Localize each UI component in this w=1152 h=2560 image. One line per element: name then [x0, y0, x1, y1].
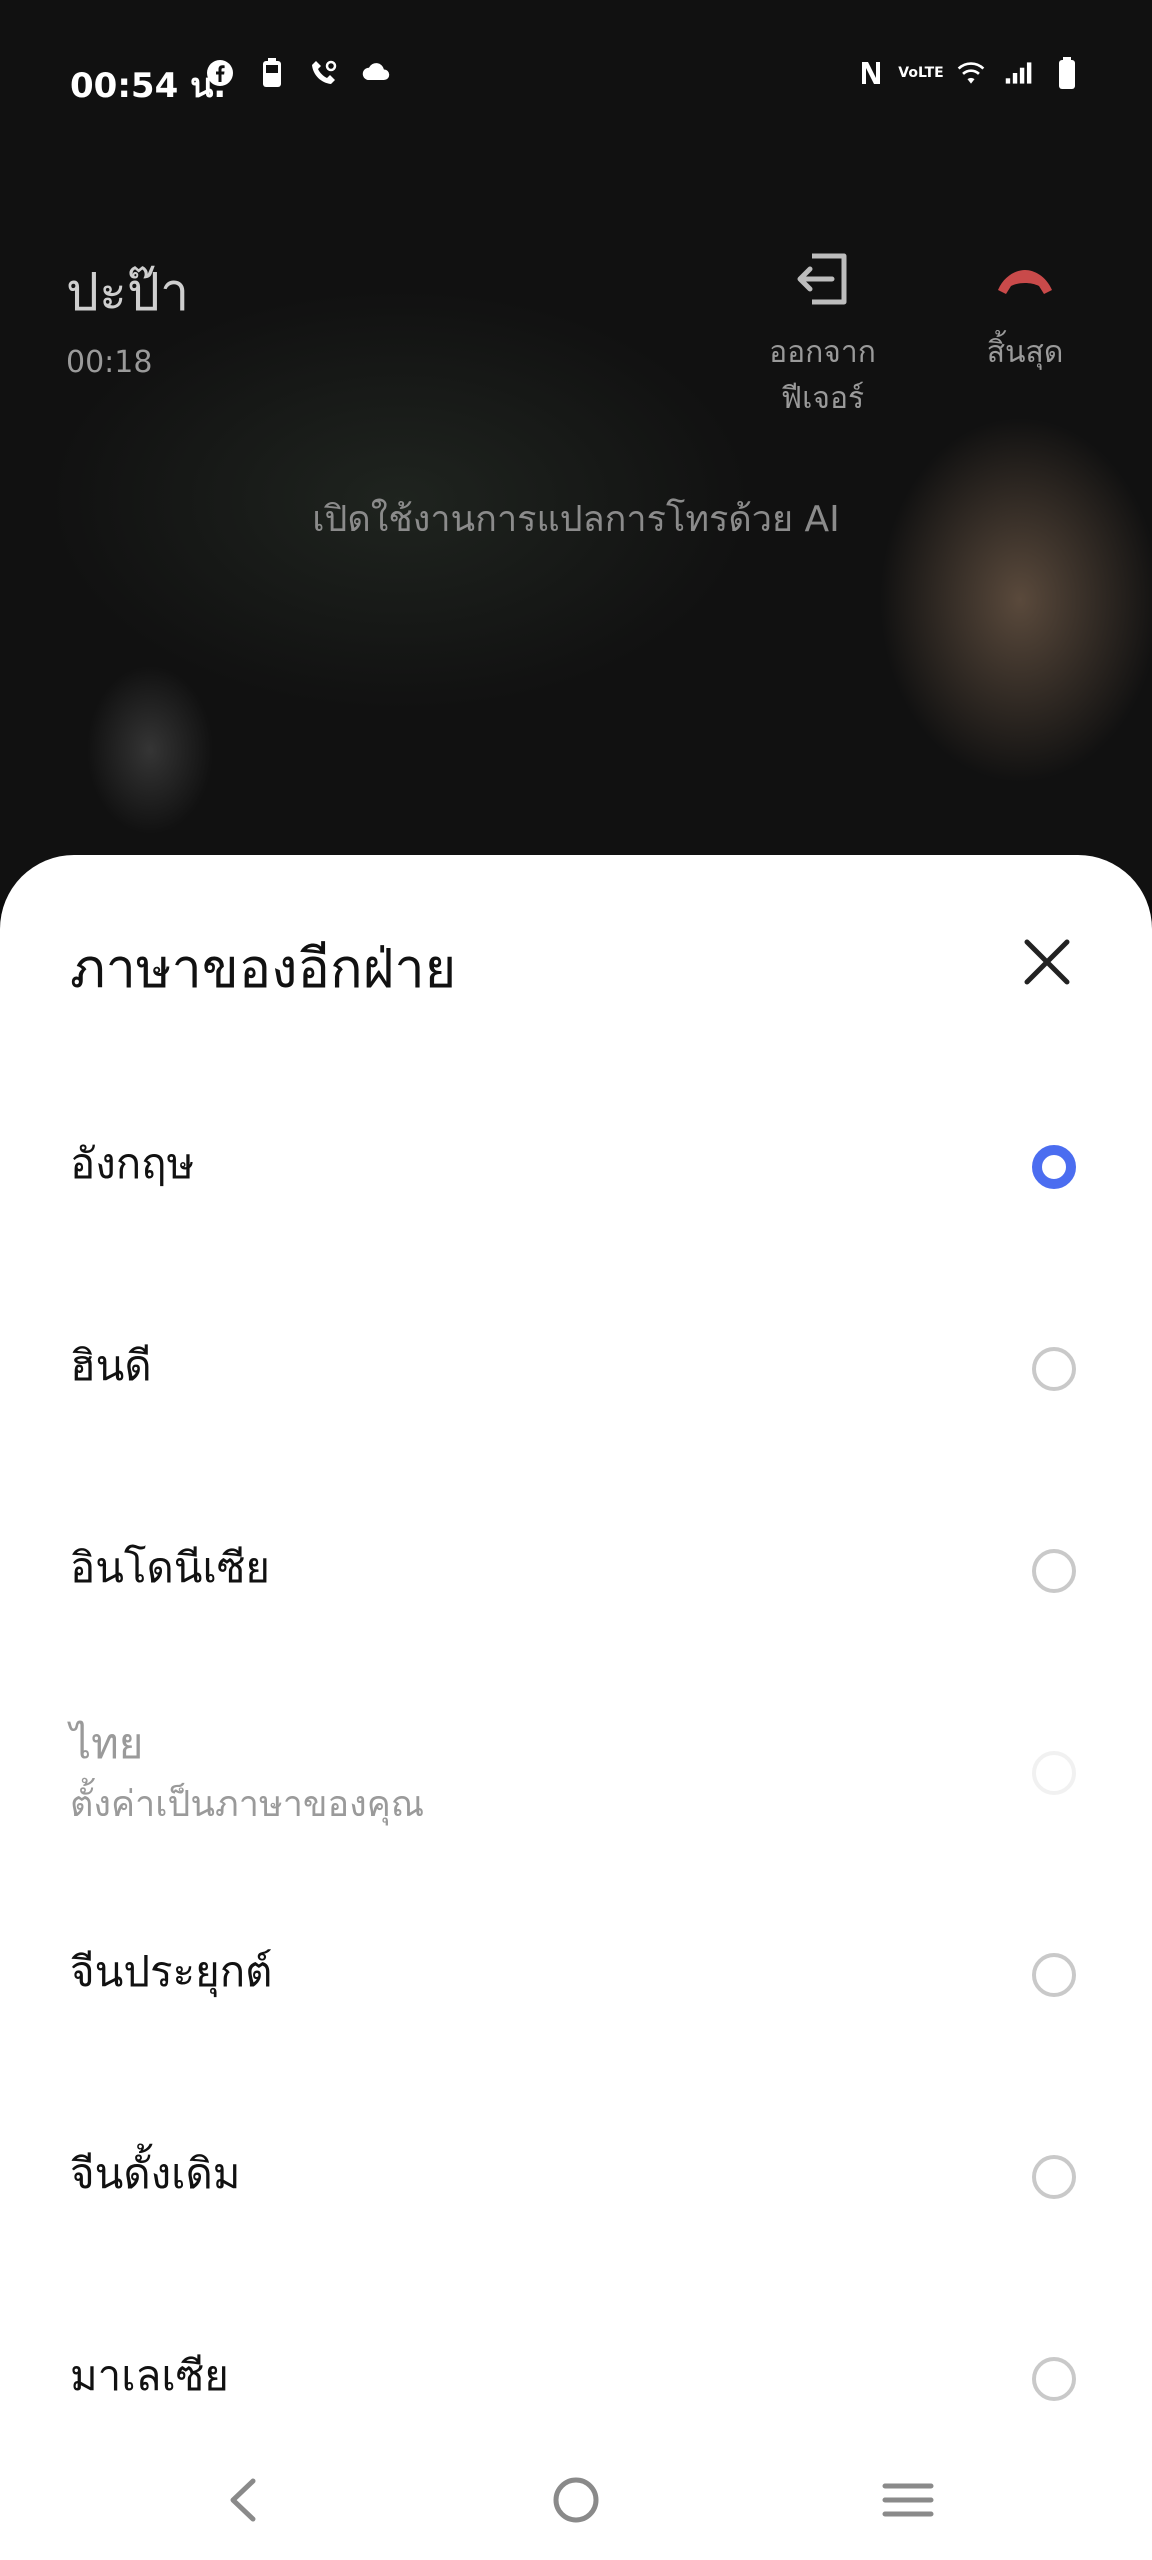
facebook-icon [205, 56, 235, 90]
signal-icon [1004, 56, 1034, 90]
home-icon [553, 2477, 599, 2523]
end-call-label: สิ้นสุด [986, 335, 1064, 370]
language-option-english[interactable]: อังกฤษ [0, 1065, 1152, 1267]
language-option-chinese-simplified[interactable]: จีนประยุกต์ [0, 1873, 1152, 2075]
option-label: อินโดนีเซีย [70, 1543, 270, 1592]
caller-name: ปะป๊า [66, 263, 190, 323]
option-label: จีนดั้งเดิม [70, 2149, 241, 2198]
cloud-icon [361, 56, 391, 90]
status-icons-right: VoLTE [856, 56, 1082, 90]
back-button[interactable] [203, 2460, 283, 2540]
wifi-icon [956, 56, 986, 90]
language-bottom-sheet: ภาษาของอีกฝ่าย อังกฤษ ฮินดี อินโดนีเซีย … [0, 855, 1152, 2560]
call-timer: 00:18 [66, 345, 153, 380]
option-label: จีนประยุกต์ [70, 1947, 273, 1996]
recents-button[interactable] [868, 2460, 948, 2540]
language-option-chinese-traditional[interactable]: จีนดั้งเดิม [0, 2075, 1152, 2277]
option-subtitle: ตั้งค่าเป็นภาษาของคุณ [70, 1784, 425, 1825]
radio-button[interactable] [1032, 2357, 1076, 2401]
recents-icon [882, 2483, 934, 2517]
radio-button[interactable] [1032, 2155, 1076, 2199]
language-option-hindi[interactable]: ฮินดี [0, 1267, 1152, 1469]
exit-icon [797, 253, 846, 305]
call-icon [309, 56, 339, 90]
option-label: อังกฤษ [70, 1139, 195, 1188]
navigation-bar [0, 2440, 1152, 2560]
nfc-icon [856, 56, 886, 90]
radio-button[interactable] [1032, 1347, 1076, 1391]
status-bar: 00:54 น. VoLTE [0, 0, 1152, 160]
ai-translation-banner: เปิดใช้งานการแปลการโทรด้วย AI [312, 499, 840, 540]
exit-label-line2: ฟีเจอร์ [780, 381, 865, 416]
exit-feature-button[interactable]: ออกจาก ฟีเจอร์ [760, 250, 885, 422]
radio-button-disabled [1032, 1751, 1076, 1795]
battery-icon [1052, 56, 1082, 90]
close-button[interactable] [1015, 930, 1079, 994]
end-call-icon [998, 270, 1052, 294]
close-icon [1024, 939, 1070, 985]
language-option-thai: ไทย ตั้งค่าเป็นภาษาของคุณ [0, 1671, 1152, 1873]
end-call-button[interactable]: สิ้นสุด [965, 250, 1085, 376]
status-icons-left [205, 56, 391, 90]
radio-button[interactable] [1032, 1549, 1076, 1593]
radio-button[interactable] [1032, 1953, 1076, 1997]
sheet-title: ภาษาของอีกฝ่าย [70, 937, 457, 1000]
battery-saver-icon [257, 56, 287, 90]
back-icon [230, 2478, 256, 2522]
home-button[interactable] [536, 2460, 616, 2540]
option-label: มาเลเซีย [70, 2351, 229, 2400]
option-label: ฮินดี [70, 1341, 152, 1390]
radio-button-selected[interactable] [1032, 1145, 1076, 1189]
exit-label-line1: ออกจาก [769, 335, 876, 370]
volte-icon: VoLTE [898, 65, 944, 81]
language-option-indonesian[interactable]: อินโดนีเซีย [0, 1469, 1152, 1671]
option-label: ไทย [70, 1719, 144, 1768]
status-time: 00:54 น. [70, 66, 227, 106]
